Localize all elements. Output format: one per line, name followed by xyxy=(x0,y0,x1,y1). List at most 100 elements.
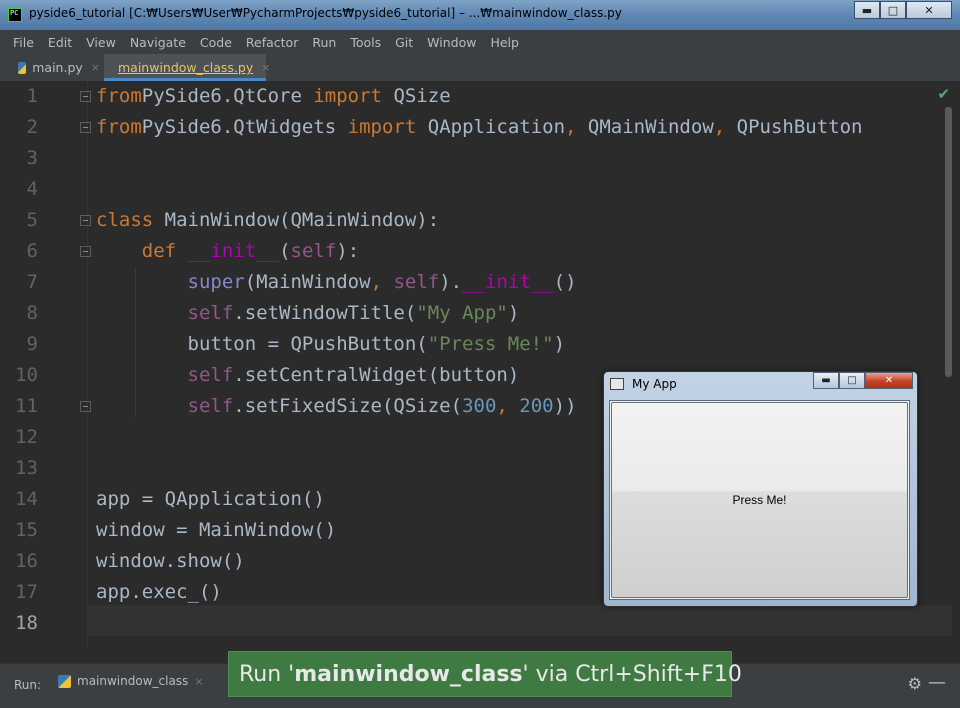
code-token: ) xyxy=(507,302,520,324)
line-number: 2 xyxy=(26,116,38,138)
menu-view[interactable]: View xyxy=(79,35,123,50)
code-line[interactable]: def __init__(self): xyxy=(96,240,359,262)
close-button[interactable]: ✕ xyxy=(906,1,952,19)
menu-git[interactable]: Git xyxy=(388,35,420,50)
code-line[interactable]: super(MainWindow, self).__init__() xyxy=(96,271,577,293)
my-app-close-button[interactable]: ✕ xyxy=(865,372,913,389)
code-line[interactable]: app = QApplication() xyxy=(96,488,325,510)
python-icon xyxy=(58,674,71,688)
code-token: , xyxy=(713,116,726,138)
code-token: (MainWindow xyxy=(244,271,371,293)
menu-edit[interactable]: Edit xyxy=(41,35,79,50)
hide-icon[interactable]: — xyxy=(928,672,946,693)
code-line[interactable]: app.exec_() xyxy=(96,581,222,603)
fold-marker[interactable] xyxy=(80,91,91,102)
menu-window[interactable]: Window xyxy=(420,35,483,50)
code-line[interactable]: self.setWindowTitle("My App") xyxy=(96,302,520,324)
code-token: app.exec_() xyxy=(96,581,222,603)
line-number: 4 xyxy=(26,178,38,200)
menu-code[interactable]: Code xyxy=(193,35,239,50)
window-title: pysidе6_tutorial [C:₩Users₩User₩PycharmP… xyxy=(29,6,622,20)
code-token: QSize xyxy=(382,85,451,107)
line-number: 5 xyxy=(26,209,38,231)
line-number: 14 xyxy=(15,488,38,510)
line-number: 9 xyxy=(26,333,38,355)
minimize-button[interactable]: ▬ xyxy=(854,1,880,19)
code-token: __init__ xyxy=(462,271,554,293)
code-token: .setCentralWidget(button) xyxy=(233,364,520,386)
menu-tools[interactable]: Tools xyxy=(343,35,388,50)
code-token: ): xyxy=(336,240,360,262)
code-line[interactable]: window.show() xyxy=(96,550,245,572)
code-token: MainWindow(QMainWindow): xyxy=(153,209,440,231)
fold-marker[interactable] xyxy=(80,401,91,412)
code-line[interactable]: self.setFixedSize(QSize(300, 200)) xyxy=(96,395,577,417)
code-token: self xyxy=(187,364,234,386)
hint-prefix: Run ' xyxy=(239,661,295,687)
code-token: from xyxy=(96,85,142,107)
line-number: 15 xyxy=(15,519,38,541)
tab-close-icon[interactable]: × xyxy=(91,61,100,74)
line-number-current: 18 xyxy=(15,612,38,634)
menu-help[interactable]: Help xyxy=(483,35,526,50)
code-token: QPushButton xyxy=(725,116,863,138)
code-line[interactable]: fromPySide6.QtCore import QSize xyxy=(96,85,451,107)
fold-marker[interactable] xyxy=(80,215,91,226)
gear-icon[interactable]: ⚙ xyxy=(908,674,922,693)
code-token: PySide6.QtWidgets xyxy=(141,116,348,138)
code-token: "Press Me!" xyxy=(427,333,554,355)
my-app-client-area: Press Me! xyxy=(609,400,910,600)
press-me-button[interactable]: Press Me! xyxy=(611,402,908,598)
inspection-ok-icon[interactable]: ✔ xyxy=(937,85,950,103)
my-app-window-controls: ▬ □ ✕ xyxy=(813,372,913,389)
code-token: , xyxy=(565,116,577,138)
menu-refactor[interactable]: Refactor xyxy=(239,35,305,50)
fold-marker[interactable] xyxy=(80,246,91,257)
code-token: 200 xyxy=(519,395,554,417)
code-token: app = QApplication() xyxy=(96,488,325,510)
fold-marker[interactable] xyxy=(80,122,91,133)
my-app-window[interactable]: My App ▬ □ ✕ Press Me! xyxy=(603,371,918,607)
code-token: from xyxy=(96,116,142,138)
code-line[interactable]: class MainWindow(QMainWindow): xyxy=(96,209,439,231)
code-line[interactable]: self.setCentralWidget(button) xyxy=(96,364,520,386)
run-tab-close-icon[interactable]: × xyxy=(194,675,203,688)
tab-close-icon[interactable]: × xyxy=(261,61,270,74)
code-token: .setWindowTitle( xyxy=(233,302,417,324)
code-token: )) xyxy=(553,395,577,417)
menu-run[interactable]: Run xyxy=(305,35,343,50)
menu-navigate[interactable]: Navigate xyxy=(123,35,193,50)
code-line[interactable]: window = MainWindow() xyxy=(96,519,336,541)
code-line[interactable]: button = QPushButton("Press Me!") xyxy=(96,333,566,355)
code-token: __init__ xyxy=(187,240,280,262)
code-token: PySide6.QtCore xyxy=(141,85,314,107)
code-token: .setFixedSize(QSize( xyxy=(233,395,463,417)
code-token: , xyxy=(496,395,508,417)
gutter-divider xyxy=(87,81,88,647)
code-token: import xyxy=(313,85,382,107)
code-token: "My App" xyxy=(416,302,508,324)
line-number: 8 xyxy=(26,302,38,324)
tab-mainwindow-class-py[interactable]: mainwindow_class.py × xyxy=(104,54,270,81)
my-app-minimize-button[interactable]: ▬ xyxy=(813,372,839,389)
python-file-icon xyxy=(18,61,27,74)
line-number: 13 xyxy=(15,457,38,479)
my-app-maximize-button[interactable]: □ xyxy=(839,372,865,389)
code-token: window = MainWindow() xyxy=(96,519,337,541)
vertical-scrollbar[interactable] xyxy=(945,107,952,377)
hint-config-name: mainwindow_class xyxy=(294,661,523,687)
line-number: 10 xyxy=(15,364,38,386)
line-number: 12 xyxy=(15,426,38,448)
window-controls: ▬ □ ✕ xyxy=(854,1,952,19)
menu-file[interactable]: File xyxy=(6,35,41,50)
run-config-tab[interactable]: mainwindow_class × xyxy=(58,674,204,688)
maximize-button[interactable]: □ xyxy=(880,1,906,19)
tab-main-py[interactable]: main.py × xyxy=(18,54,100,81)
code-token: ) xyxy=(553,333,566,355)
menu-bar: File Edit View Navigate Code Refactor Ru… xyxy=(0,30,960,54)
my-app-title: My App xyxy=(632,377,677,391)
code-line[interactable]: fromPySide6.QtWidgets import QApplicatio… xyxy=(96,116,863,138)
